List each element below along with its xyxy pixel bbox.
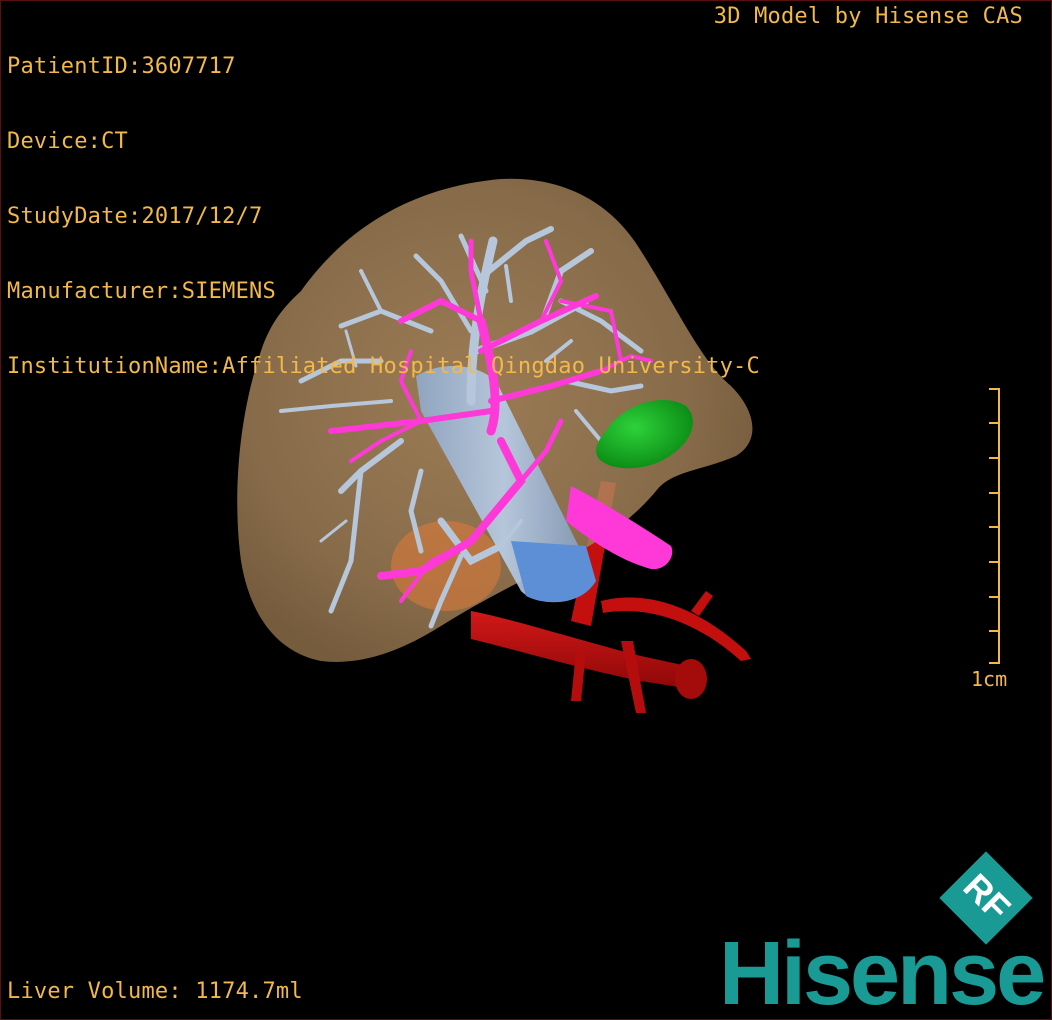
3d-viewport[interactable]: PatientID:3607717 Device:CT StudyDate:20… — [0, 0, 1052, 1020]
institution-text: InstitutionName:Affiliated Hospital Qing… — [7, 354, 760, 379]
scale-label: 1cm — [971, 667, 1008, 691]
study-date-text: StudyDate:2017/12/7 — [7, 204, 263, 229]
patient-info-block: PatientID:3607717 Device:CT StudyDate:20… — [7, 4, 760, 429]
hisense-logo: Hisense — [719, 924, 1046, 1020]
device-text: Device:CT — [7, 129, 129, 154]
scale-bar — [989, 388, 1000, 664]
tumor-region — [391, 521, 501, 611]
model-credit-text: 3D Model by Hisense CAS — [713, 4, 1023, 29]
manufacturer-text: Manufacturer:SIEMENS — [7, 279, 276, 304]
patient-id-text: PatientID:3607717 — [7, 54, 236, 79]
liver-volume-text: Liver Volume: 1174.7ml — [7, 979, 303, 1004]
